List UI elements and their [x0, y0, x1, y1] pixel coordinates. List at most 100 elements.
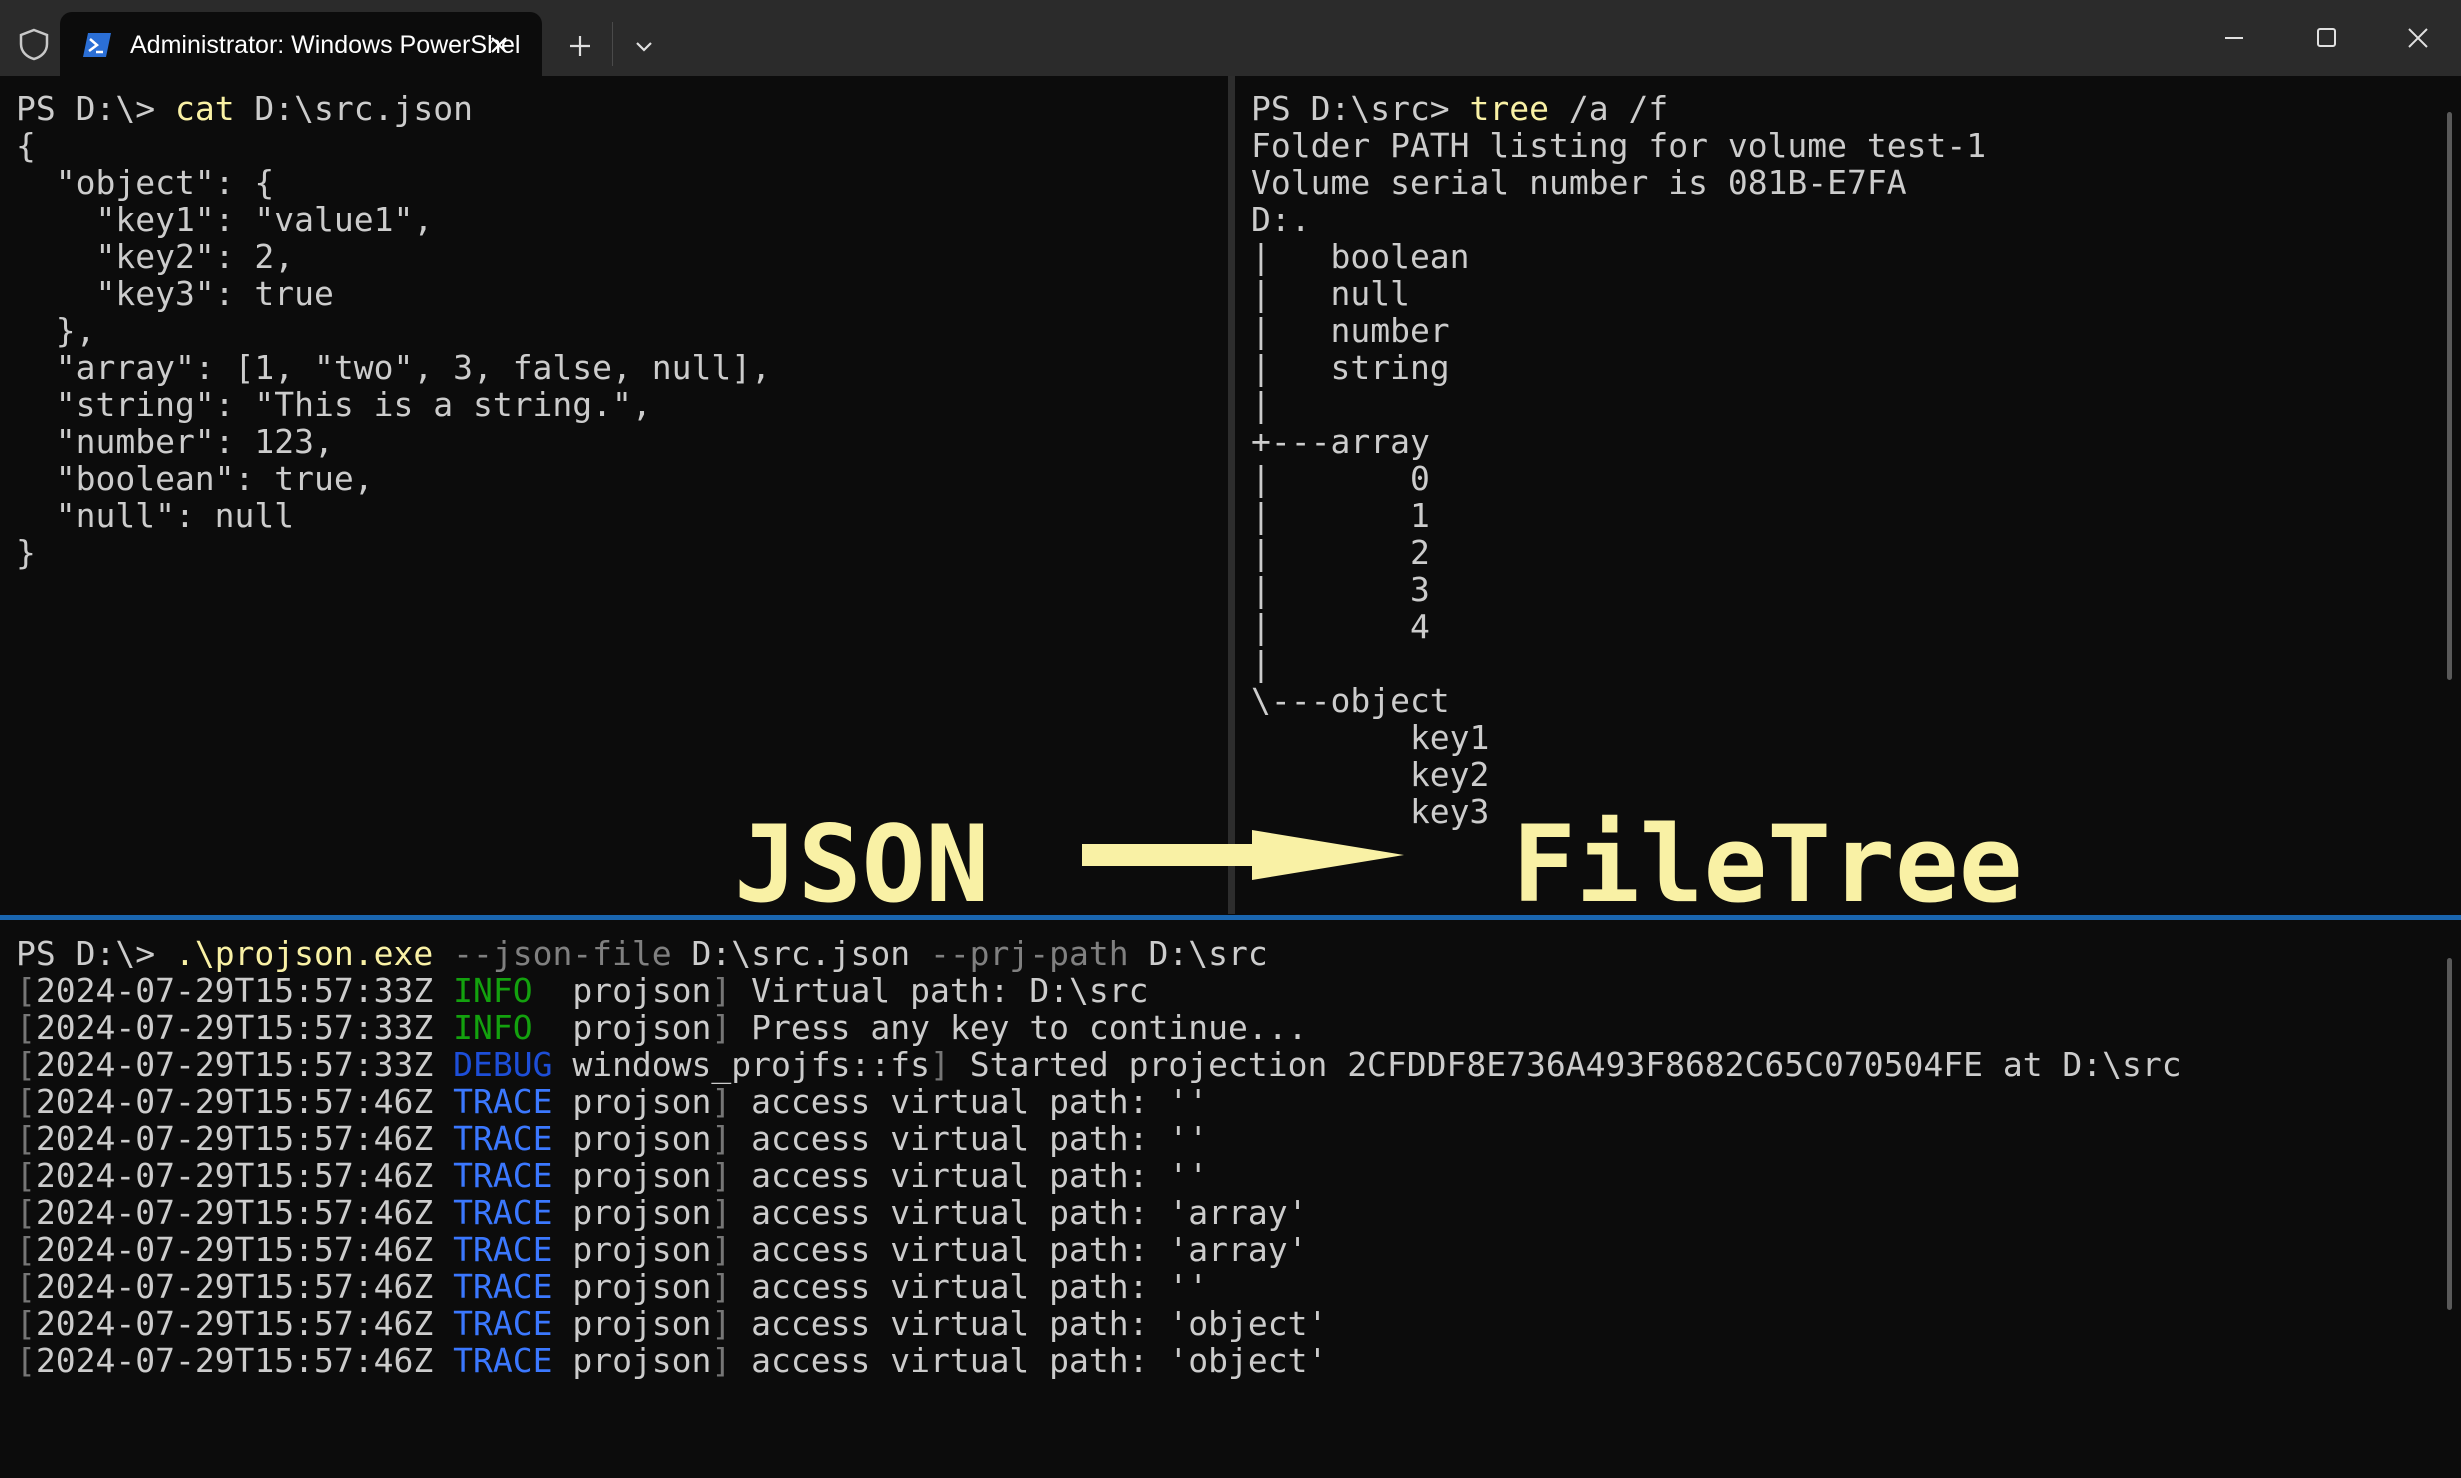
- terminal-pane-right[interactable]: PS D:\src> tree /a /f Folder PATH listin…: [1236, 90, 2436, 908]
- log-target: projson: [572, 1341, 712, 1380]
- log-timestamp: 2024-07-29T15:57:46Z: [35, 1193, 434, 1232]
- log-level: TRACE: [453, 1119, 553, 1158]
- log-timestamp: 2024-07-29T15:57:46Z: [35, 1082, 434, 1121]
- log-message: access virtual path: '': [751, 1082, 1209, 1121]
- pane-splitter-horizontal[interactable]: [0, 915, 2461, 920]
- log-message: access virtual path: 'object': [751, 1304, 1328, 1343]
- log-timestamp: 2024-07-29T15:57:46Z: [35, 1304, 434, 1343]
- log-message: Started projection 2CFDDF8E736A493F8682C…: [969, 1045, 2182, 1084]
- log-line: [2024-07-29T15:57:46Z TRACE projson] acc…: [16, 1267, 1209, 1306]
- output-line: | 2: [1251, 533, 1430, 572]
- log-line: [2024-07-29T15:57:46Z TRACE projson] acc…: [16, 1341, 1328, 1380]
- output-line: "object": {: [16, 163, 275, 202]
- log-level: TRACE: [453, 1156, 553, 1195]
- output-line: |: [1251, 644, 1271, 683]
- output-line: "key3": true: [16, 274, 334, 313]
- log-target: projson: [572, 1230, 712, 1269]
- log-line: [2024-07-29T15:57:33Z DEBUG windows_proj…: [16, 1045, 2182, 1084]
- log-line: [2024-07-29T15:57:46Z TRACE projson] acc…: [16, 1193, 1308, 1232]
- log-line: [2024-07-29T15:57:33Z INFO projson] Virt…: [16, 971, 1149, 1010]
- output-line: | boolean: [1251, 237, 1470, 276]
- log-level: DEBUG: [453, 1045, 553, 1084]
- output-line: "boolean": true,: [16, 459, 374, 498]
- output-line: key1: [1251, 718, 1490, 757]
- log-message: Press any key to continue...: [751, 1008, 1308, 1047]
- log-lines: [2024-07-29T15:57:33Z INFO projson] Virt…: [16, 971, 2182, 1380]
- output-line: \---object: [1251, 681, 1450, 720]
- log-target: projson: [572, 1193, 712, 1232]
- output-line: "null": null: [16, 496, 295, 535]
- output-line: +---array: [1251, 422, 1430, 461]
- output-line: Folder PATH listing for volume test-1: [1251, 126, 1987, 165]
- prompt: PS D:\>: [16, 90, 175, 128]
- command: tree: [1469, 90, 1550, 128]
- value-prj-path: D:\src: [1128, 935, 1268, 973]
- terminal-output: PS D:\src> tree /a /f Folder PATH listin…: [1251, 90, 1986, 830]
- terminal-pane-bottom[interactable]: PS D:\> .\projson.exe --json-file D:\src…: [0, 935, 2436, 1478]
- title-bar: Administrator: Windows PowerShell: [0, 0, 2461, 76]
- terminal-output: PS D:\> cat D:\src.json { "object": { "k…: [16, 90, 771, 571]
- tab-separator: [612, 22, 613, 66]
- filetree-label: FileTree: [1512, 803, 2023, 926]
- plus-icon[interactable]: [560, 26, 600, 66]
- log-timestamp: 2024-07-29T15:57:46Z: [35, 1267, 434, 1306]
- log-timestamp: 2024-07-29T15:57:46Z: [35, 1119, 434, 1158]
- command-argument: /a /f: [1549, 90, 1669, 128]
- output-lines: Folder PATH listing for volume test-1 Vo…: [1251, 126, 1986, 831]
- log-level: TRACE: [453, 1304, 553, 1343]
- chevron-down-icon[interactable]: [624, 26, 664, 66]
- log-message: access virtual path: '': [751, 1267, 1209, 1306]
- terminal-pane-left[interactable]: PS D:\> cat D:\src.json { "object": { "k…: [0, 90, 1226, 908]
- log-message: access virtual path: 'array': [751, 1193, 1308, 1232]
- output-line: | number: [1251, 311, 1450, 350]
- output-line: | string: [1251, 348, 1450, 387]
- log-line: [2024-07-29T15:57:46Z TRACE projson] acc…: [16, 1119, 1209, 1158]
- log-level: INFO: [453, 1008, 533, 1047]
- output-line: key3: [1251, 792, 1490, 831]
- command: cat: [174, 90, 235, 128]
- log-line: [2024-07-29T15:57:46Z TRACE projson] acc…: [16, 1304, 1328, 1343]
- output-line: key2: [1251, 755, 1490, 794]
- log-level: TRACE: [453, 1082, 553, 1121]
- log-target: windows_projfs::fs: [572, 1045, 930, 1084]
- output-lines: { "object": { "key1": "value1", "key2": …: [16, 126, 771, 572]
- prompt: PS D:\src>: [1251, 90, 1470, 128]
- log-message: access virtual path: '': [751, 1119, 1209, 1158]
- arrow-right-icon: [1082, 830, 1404, 880]
- pane-splitter-vertical[interactable]: [1228, 76, 1235, 914]
- prompt: PS D:\>: [16, 935, 175, 973]
- minimize-icon[interactable]: [2212, 18, 2256, 58]
- command: .\projson.exe: [174, 935, 434, 973]
- close-icon[interactable]: [2396, 18, 2440, 58]
- log-level: TRACE: [453, 1341, 553, 1380]
- tab-title: Administrator: Windows PowerShell: [130, 31, 520, 59]
- tab-powershell[interactable]: Administrator: Windows PowerShell: [60, 12, 542, 76]
- scrollbar[interactable]: [2447, 112, 2452, 680]
- log-line: [2024-07-29T15:57:46Z TRACE projson] acc…: [16, 1156, 1209, 1195]
- log-target: projson: [572, 1304, 712, 1343]
- maximize-icon[interactable]: [2304, 18, 2348, 58]
- log-target: projson: [572, 1008, 712, 1047]
- value-json-file: D:\src.json: [671, 935, 911, 973]
- output-line: "number": 123,: [16, 422, 334, 461]
- log-level: TRACE: [453, 1193, 553, 1232]
- log-message: access virtual path: 'object': [751, 1341, 1328, 1380]
- log-line: [2024-07-29T15:57:33Z INFO projson] Pres…: [16, 1008, 1308, 1047]
- output-line: "string": "This is a string.",: [16, 385, 652, 424]
- log-line: [2024-07-29T15:57:46Z TRACE projson] acc…: [16, 1230, 1308, 1269]
- terminal-output: PS D:\> .\projson.exe --json-file D:\src…: [16, 935, 2182, 1379]
- scrollbar[interactable]: [2447, 958, 2452, 1310]
- output-line: Volume serial number is 081B-E7FA: [1251, 163, 1907, 202]
- close-icon[interactable]: [482, 28, 516, 62]
- command-argument: D:\src.json: [234, 90, 473, 128]
- output-line: | 0: [1251, 459, 1430, 498]
- log-level: INFO: [453, 971, 533, 1010]
- output-line: | 4: [1251, 607, 1430, 646]
- log-target: projson: [572, 971, 712, 1010]
- output-line: "key2": 2,: [16, 237, 295, 276]
- log-timestamp: 2024-07-29T15:57:46Z: [35, 1156, 434, 1195]
- log-level: TRACE: [453, 1230, 553, 1269]
- output-line: "key1": "value1",: [16, 200, 434, 239]
- param-prj-path: --prj-path: [910, 935, 1129, 973]
- output-line: },: [16, 311, 96, 350]
